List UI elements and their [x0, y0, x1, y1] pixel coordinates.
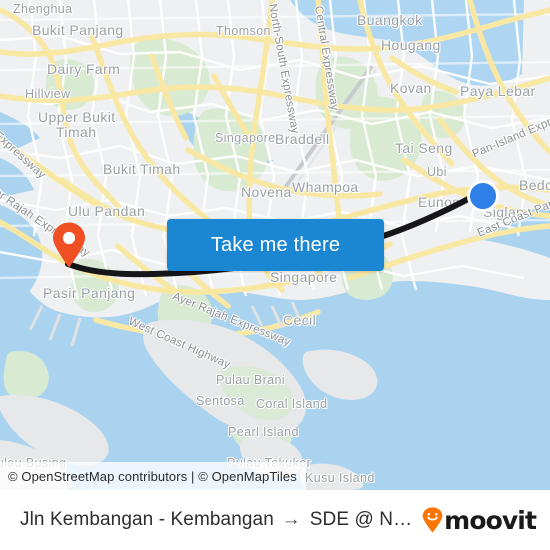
moovit-logo[interactable]: moovit — [422, 505, 537, 535]
take-me-there-button[interactable]: Take me there — [167, 219, 384, 271]
map-attribution[interactable]: © OpenStreetMap contributors | © OpenMap… — [0, 462, 306, 490]
moovit-wordmark: moovit — [444, 505, 537, 535]
moovit-map-screen: Zhenghua Bukit Panjang Dairy Farm Hillview U… — [0, 0, 550, 550]
trip-origin-label: Jln Kembangan - Kembangan Stn (833… — [20, 509, 273, 530]
trip-destination-label: SDE @ N… — [309, 509, 413, 530]
moovit-pin-icon — [422, 507, 443, 533]
trip-bottom-bar: Jln Kembangan - Kembangan Stn (833… → SD… — [0, 490, 550, 550]
arrow-right-icon: → — [281, 509, 301, 530]
origin-marker-pin-icon[interactable] — [52, 222, 86, 268]
map-canvas[interactable]: Zhenghua Bukit Panjang Dairy Farm Hillview U… — [0, 0, 550, 490]
trip-summary[interactable]: Jln Kembangan - Kembangan Stn (833… → SD… — [20, 509, 412, 531]
destination-marker-dot[interactable] — [467, 180, 499, 212]
